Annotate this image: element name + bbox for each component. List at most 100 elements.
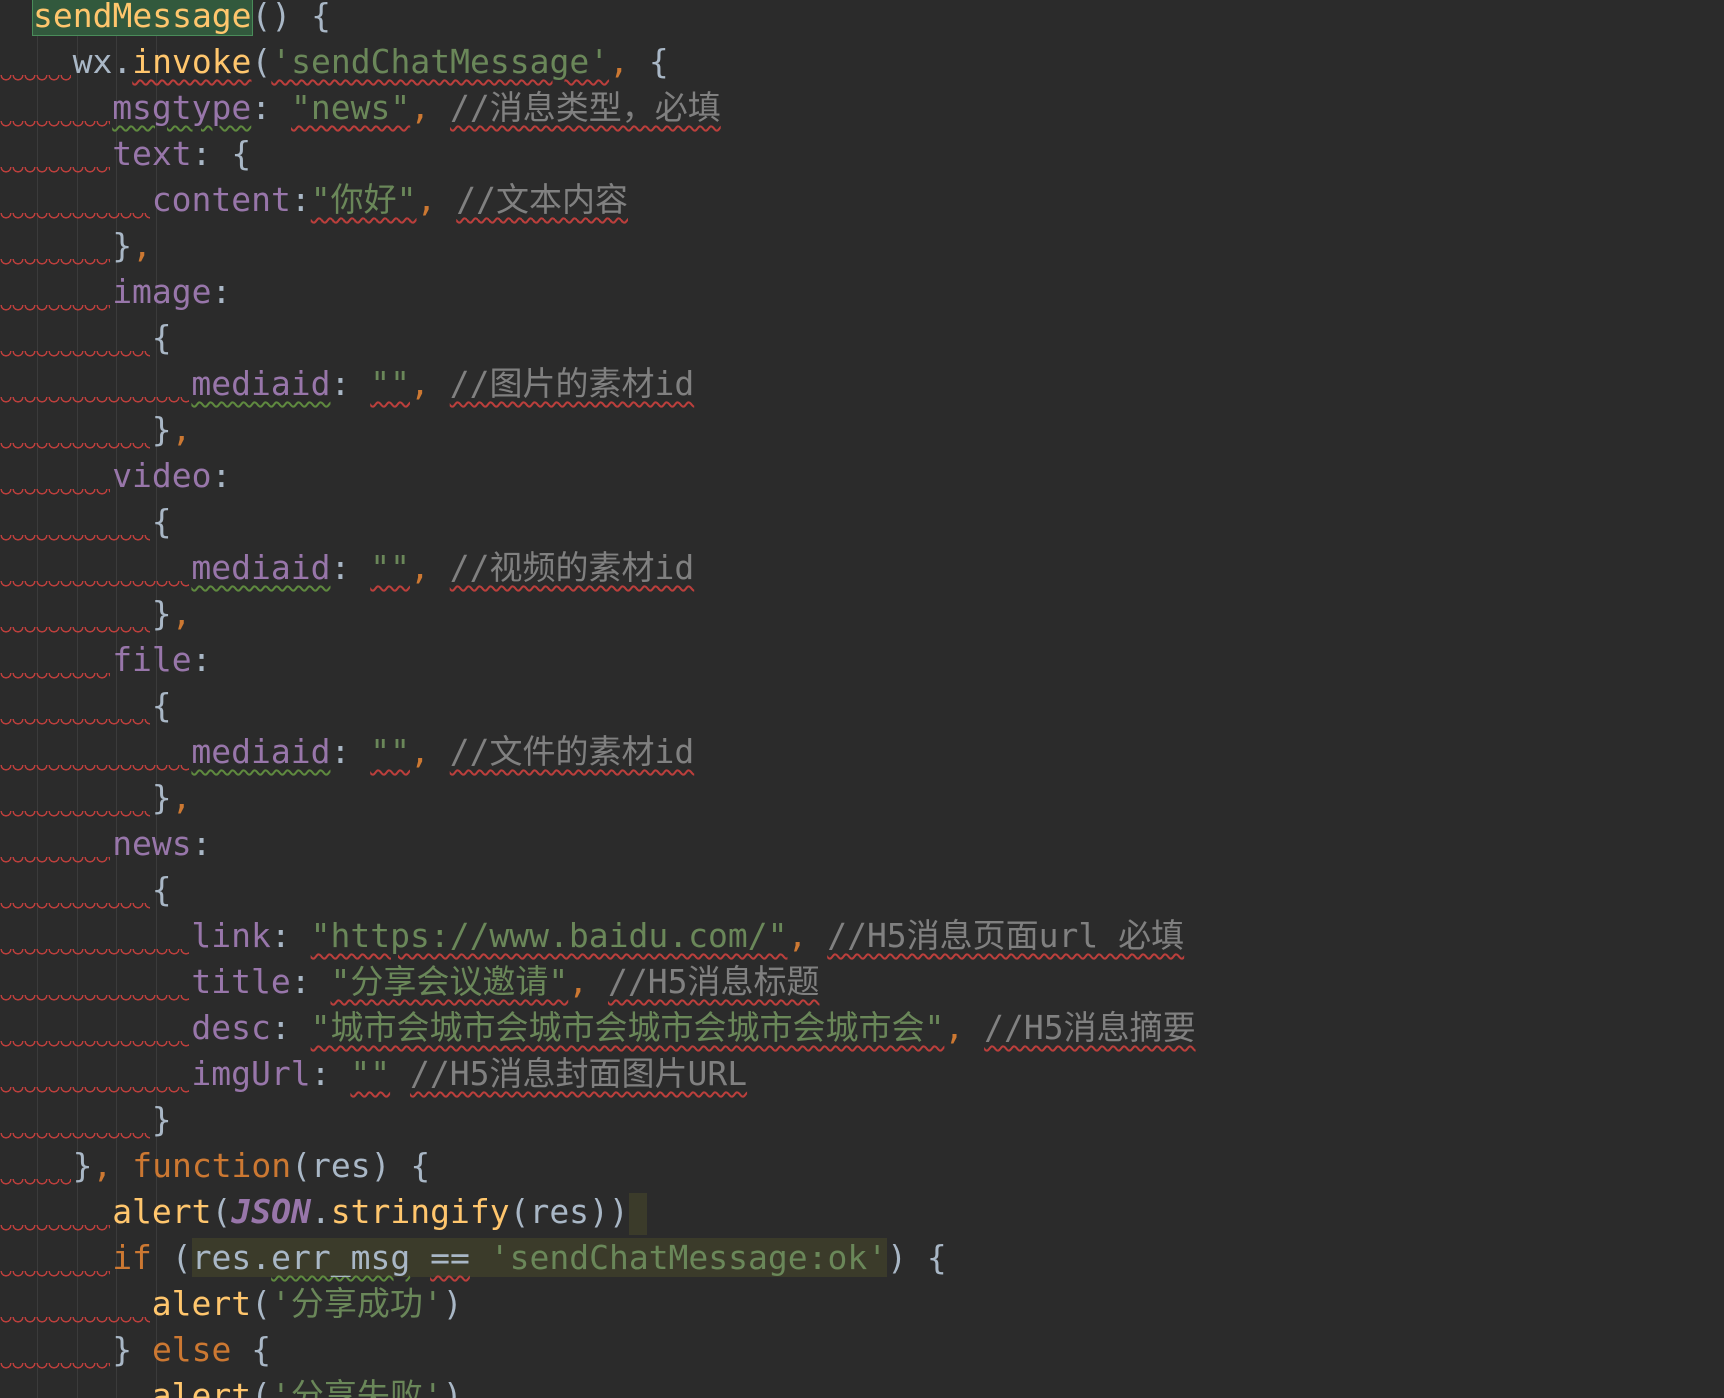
code-line[interactable]: image: xyxy=(112,269,231,315)
code-token: imgUrl xyxy=(191,1054,311,1093)
code-token: ) { xyxy=(887,1238,947,1277)
code-token: //H5消息页面url 必填 xyxy=(827,916,1185,955)
whitespace-squiggle xyxy=(0,489,111,499)
code-token: { xyxy=(151,502,172,541)
code-token: else xyxy=(151,1330,232,1369)
whitespace-squiggle xyxy=(0,673,111,683)
code-token: ( xyxy=(151,1238,192,1277)
code-token: , xyxy=(171,594,192,633)
code-token: //H5消息标题 xyxy=(607,962,820,1001)
whitespace-squiggle xyxy=(0,811,150,821)
code-token: ) xyxy=(442,1376,463,1398)
code-line[interactable]: { xyxy=(152,683,172,729)
code-line[interactable]: { xyxy=(152,315,172,361)
code-token: : { xyxy=(191,134,252,173)
code-token xyxy=(628,1192,647,1235)
code-token: { xyxy=(151,318,172,357)
code-line[interactable]: file: xyxy=(112,637,211,683)
code-line[interactable]: wx.invoke('sendChatMessage', { xyxy=(73,39,669,85)
code-token: if xyxy=(112,1238,152,1277)
whitespace-squiggle xyxy=(0,397,190,407)
code-token: , xyxy=(92,1146,133,1185)
code-line[interactable]: alert(JSON.stringify(res)) xyxy=(112,1189,647,1235)
code-token: "news" xyxy=(291,88,411,127)
whitespace-squiggle xyxy=(0,1179,71,1189)
code-token: desc xyxy=(191,1008,271,1047)
code-line[interactable]: mediaid: "", //图片的素材id xyxy=(191,361,694,407)
code-token: msgtype xyxy=(112,88,252,127)
code-token: '分享失败' xyxy=(271,1376,443,1398)
code-token: . xyxy=(310,1192,331,1231)
whitespace-squiggle xyxy=(0,305,111,315)
whitespace-squiggle xyxy=(0,75,71,85)
code-line[interactable]: }, xyxy=(152,407,192,453)
code-token: ( xyxy=(251,1376,272,1398)
whitespace-squiggle xyxy=(0,995,190,1005)
code-line[interactable]: }, function(res) { xyxy=(73,1143,431,1189)
code-token: //H5消息封面图片URL xyxy=(409,1054,748,1093)
code-line[interactable]: sendMessage() { xyxy=(32,0,331,39)
code-token: : xyxy=(191,640,212,679)
code-editor[interactable]: sendMessage() {wx.invoke('sendChatMessag… xyxy=(0,0,1724,1398)
code-line[interactable]: mediaid: "", //文件的素材id xyxy=(191,729,694,775)
code-token: , xyxy=(787,916,828,955)
code-line[interactable]: { xyxy=(152,499,172,545)
code-line[interactable]: msgtype: "news", //消息类型，必填 xyxy=(112,85,721,131)
code-token: (res) { xyxy=(291,1146,431,1185)
code-line[interactable]: }, xyxy=(152,775,192,821)
code-token: } xyxy=(112,1330,152,1369)
code-line[interactable]: }, xyxy=(112,223,152,269)
code-token: , xyxy=(171,778,192,817)
code-line[interactable]: desc: "城市会城市会城市会城市会城市会城市会", //H5消息摘要 xyxy=(191,1005,1195,1051)
code-line[interactable]: { xyxy=(152,867,172,913)
code-token: : xyxy=(290,962,331,1001)
whitespace-squiggle xyxy=(0,1041,190,1051)
code-line[interactable]: mediaid: "", //视频的素材id xyxy=(191,545,694,591)
code-line[interactable]: } else { xyxy=(112,1327,271,1373)
code-token: ( xyxy=(251,1284,272,1323)
code-token: } xyxy=(151,778,172,817)
code-token: invoke xyxy=(132,42,252,81)
whitespace-squiggle xyxy=(0,903,150,913)
code-token: //文件的素材id xyxy=(449,732,695,771)
code-line[interactable]: news: xyxy=(112,821,211,867)
code-token: , xyxy=(568,962,608,1001)
code-token: (res)) xyxy=(509,1192,629,1231)
code-line[interactable]: title: "分享会议邀请", //H5消息标题 xyxy=(191,959,819,1005)
code-token: 'sendChatMessage:ok' xyxy=(489,1238,888,1277)
whitespace-squiggle xyxy=(0,1225,111,1235)
code-token: sendMessage xyxy=(32,0,253,36)
code-token: "" xyxy=(350,1054,391,1093)
code-token: ) xyxy=(442,1284,463,1323)
whitespace-squiggle xyxy=(0,1317,150,1327)
whitespace-squiggle xyxy=(0,535,150,545)
code-token: "" xyxy=(370,364,410,403)
code-token: //图片的素材id xyxy=(449,364,695,403)
code-line[interactable]: content:"你好", //文本内容 xyxy=(152,177,628,223)
whitespace-squiggle xyxy=(0,719,150,729)
code-line[interactable]: } xyxy=(152,1097,172,1143)
code-token: ( xyxy=(211,1192,232,1231)
whitespace-squiggle xyxy=(0,627,150,637)
code-token: { xyxy=(151,870,172,909)
code-line[interactable]: alert('分享失败') xyxy=(152,1373,463,1398)
code-token: err_msg xyxy=(271,1238,411,1277)
code-line[interactable]: link: "https://www.baidu.com/", //H5消息页面… xyxy=(191,913,1184,959)
code-token: "你好" xyxy=(310,180,417,219)
code-token: "" xyxy=(370,732,410,771)
code-token: "分享会议邀请" xyxy=(330,962,569,1001)
code-token: == xyxy=(430,1238,470,1277)
code-line[interactable]: alert('分享成功') xyxy=(152,1281,463,1327)
whitespace-squiggle xyxy=(0,1133,150,1143)
code-line[interactable]: imgUrl: "" //H5消息封面图片URL xyxy=(191,1051,747,1097)
whitespace-squiggle xyxy=(0,259,111,269)
code-line[interactable]: video: xyxy=(112,453,231,499)
whitespace-squiggle xyxy=(0,949,190,959)
code-token: stringify xyxy=(330,1192,510,1231)
code-line[interactable]: }, xyxy=(152,591,192,637)
code-line[interactable]: if (res.err_msg == 'sendChatMessage:ok')… xyxy=(112,1235,947,1281)
code-line[interactable]: text: { xyxy=(112,131,251,177)
code-token: news xyxy=(112,824,192,863)
code-token: alert xyxy=(151,1376,252,1398)
